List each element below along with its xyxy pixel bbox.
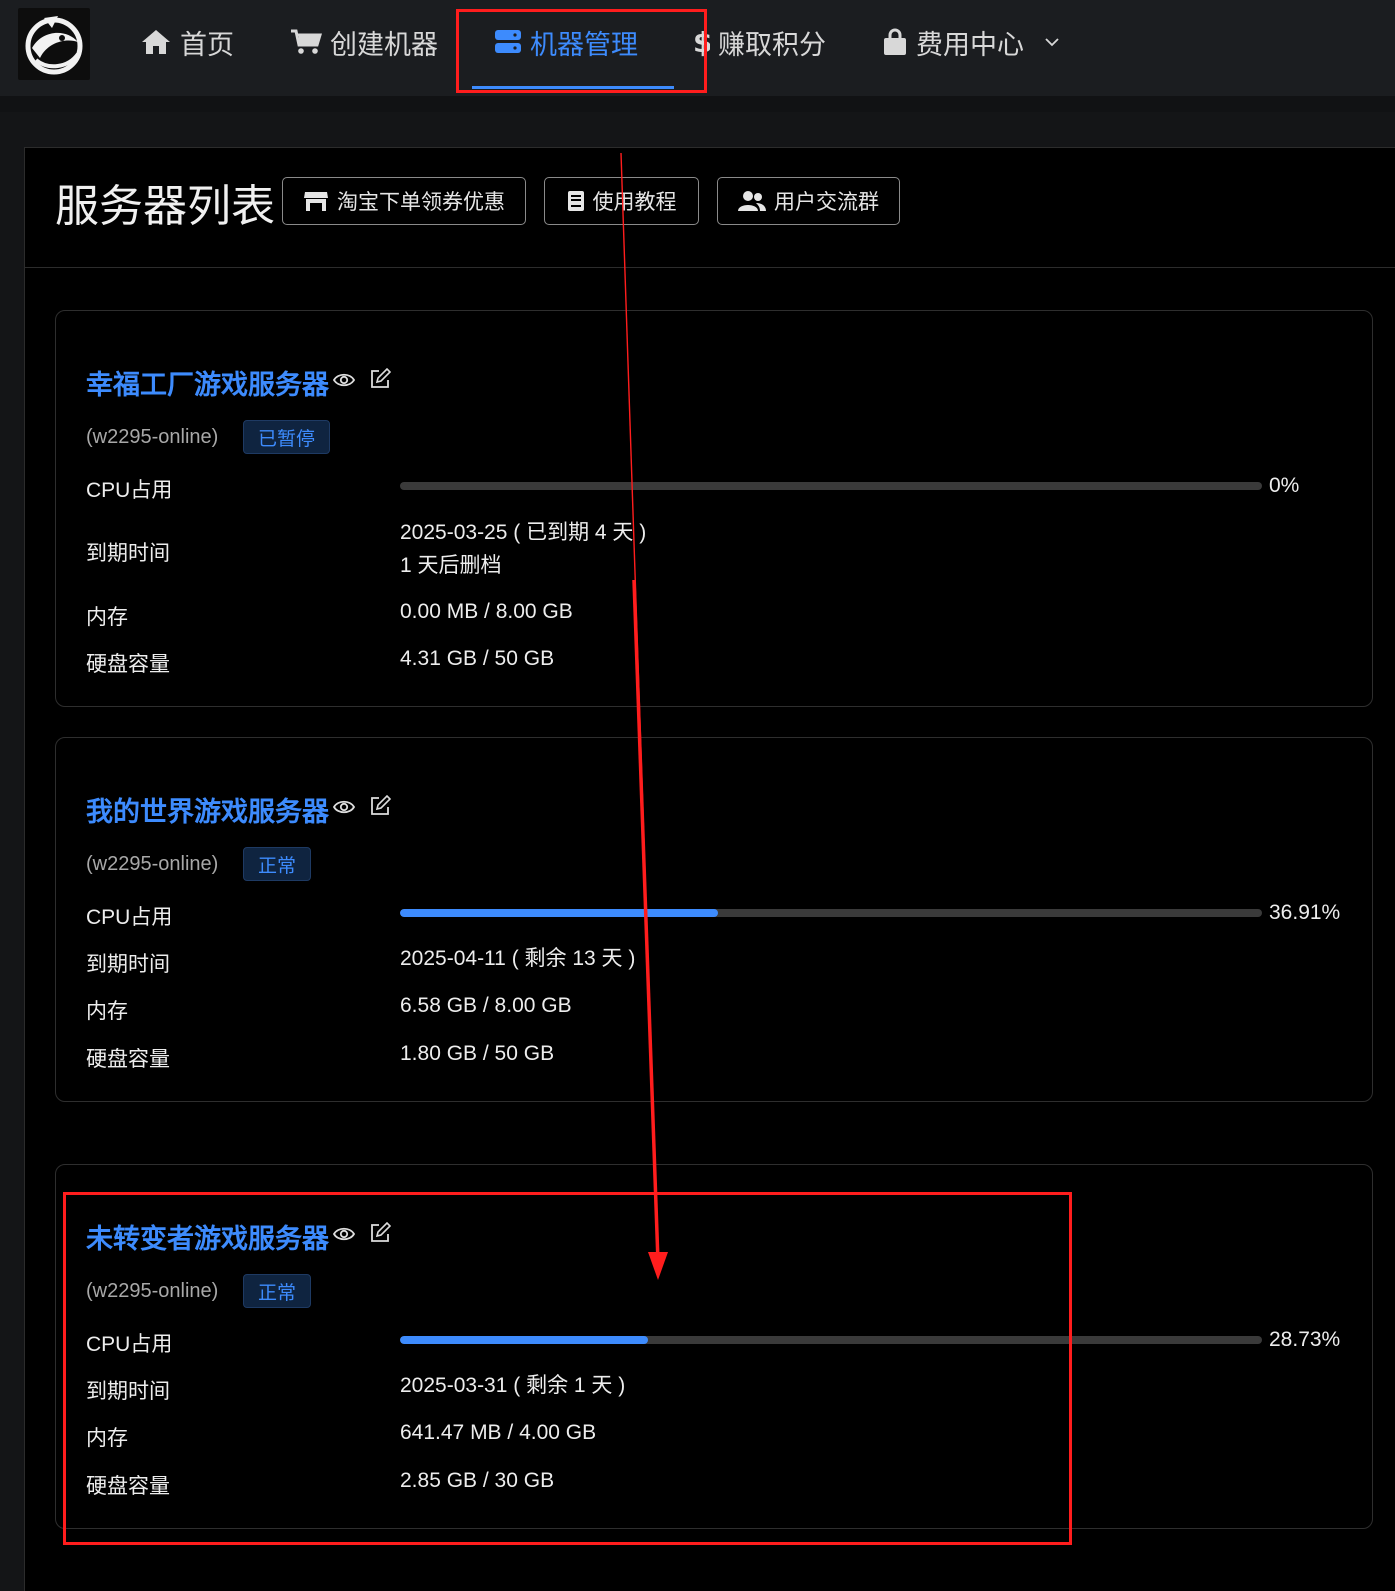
users-icon bbox=[738, 191, 766, 211]
server-host: (w2295-online) bbox=[86, 1280, 219, 1302]
edit-icon[interactable] bbox=[369, 1222, 391, 1244]
nav-label: 首页 bbox=[180, 29, 234, 60]
expire-value: 2025-04-11 ( 剩余 13 天 ) bbox=[400, 947, 636, 970]
server-name-link[interactable]: 幸福工厂游戏服务器 bbox=[86, 363, 329, 402]
nav-sub-bar bbox=[0, 96, 1395, 112]
nav-item-billing-center[interactable]: 费用中心 bbox=[882, 20, 1060, 64]
page: 首页 创建机器 机器管理 $ 赚取积分 费用中心 服务器列表 淘宝下单领券优惠 bbox=[0, 0, 1395, 1591]
server-list-panel: 服务器列表 淘宝下单领券优惠 使用教程 用户交流群 幸福工厂游戏服务器 (w22… bbox=[24, 147, 1395, 1591]
taobao-coupon-button[interactable]: 淘宝下单领券优惠 bbox=[282, 177, 526, 225]
disk-label: 硬盘容量 bbox=[86, 1475, 170, 1498]
cpu-progress-bar bbox=[400, 1336, 1262, 1344]
cpu-progress-fill bbox=[400, 1336, 648, 1344]
nav-item-earn-points[interactable]: $ 赚取积分 bbox=[692, 20, 826, 64]
edit-icon[interactable] bbox=[369, 368, 391, 390]
top-navbar: 首页 创建机器 机器管理 $ 赚取积分 费用中心 bbox=[0, 0, 1395, 96]
status-badge: 正常 bbox=[243, 847, 312, 881]
disk-label: 硬盘容量 bbox=[86, 653, 170, 676]
cpu-progress-bar bbox=[400, 482, 1262, 490]
svg-text:$: $ bbox=[693, 27, 710, 57]
book-icon bbox=[567, 191, 584, 211]
home-icon bbox=[142, 30, 170, 54]
status-badge: 正常 bbox=[243, 1274, 312, 1308]
expire-label: 到期时间 bbox=[86, 542, 170, 565]
nav-label: 创建机器 bbox=[330, 29, 438, 60]
memory-value: 0.00 MB / 8.00 GB bbox=[400, 600, 573, 623]
memory-value: 641.47 MB / 4.00 GB bbox=[400, 1421, 597, 1444]
disk-value: 1.80 GB / 50 GB bbox=[400, 1042, 555, 1065]
cpu-label: CPU占用 bbox=[86, 479, 173, 502]
server-host: (w2295-online) bbox=[86, 853, 219, 875]
nav-label: 赚取积分 bbox=[718, 29, 826, 60]
cpu-percent: 28.73% bbox=[1269, 1328, 1341, 1351]
expire-label: 到期时间 bbox=[86, 1380, 170, 1403]
fish-logo-icon bbox=[25, 16, 83, 75]
panel-header: 服务器列表 淘宝下单领券优惠 使用教程 用户交流群 bbox=[25, 148, 1395, 268]
dollar-icon: $ bbox=[693, 27, 710, 57]
server-icon bbox=[495, 30, 521, 53]
expire-value: 2025-03-31 ( 剩余 1 天 ) bbox=[400, 1374, 626, 1397]
edit-icon[interactable] bbox=[369, 795, 391, 817]
disk-value: 2.85 GB / 30 GB bbox=[400, 1469, 555, 1492]
user-group-button[interactable]: 用户交流群 bbox=[717, 177, 900, 225]
active-tab-indicator bbox=[472, 86, 674, 89]
cpu-progress-bar bbox=[400, 909, 1262, 917]
cpu-progress-fill bbox=[400, 909, 719, 917]
disk-value: 4.31 GB / 50 GB bbox=[400, 647, 555, 670]
nav-label: 费用中心 bbox=[916, 29, 1024, 60]
cpu-percent: 0% bbox=[1269, 474, 1300, 497]
cpu-label: CPU占用 bbox=[86, 906, 173, 929]
button-label: 用户交流群 bbox=[774, 191, 879, 214]
server-name-link[interactable]: 我的世界游戏服务器 bbox=[86, 790, 329, 829]
memory-value: 6.58 GB / 8.00 GB bbox=[400, 994, 572, 1017]
logo[interactable] bbox=[18, 8, 90, 80]
nav-item-machine-management[interactable]: 机器管理 bbox=[494, 20, 638, 64]
button-label: 淘宝下单领券优惠 bbox=[337, 191, 505, 214]
expire-value: 2025-03-25 ( 已到期 4 天 ) bbox=[400, 521, 647, 544]
server-card: 幸福工厂游戏服务器 (w2295-online) 已暂停 CPU占用 0% 到期… bbox=[55, 310, 1373, 707]
cpu-label: CPU占用 bbox=[86, 1333, 173, 1356]
bag-icon bbox=[884, 28, 906, 55]
eye-icon[interactable] bbox=[333, 796, 355, 818]
memory-label: 内存 bbox=[86, 1000, 128, 1023]
eye-icon[interactable] bbox=[333, 1223, 355, 1245]
disk-label: 硬盘容量 bbox=[86, 1048, 170, 1071]
server-card: 未转变者游戏服务器 (w2295-online) 正常 CPU占用 28.73%… bbox=[55, 1164, 1373, 1529]
chevron-down-icon bbox=[1045, 38, 1059, 47]
nav-label: 机器管理 bbox=[530, 29, 638, 60]
nav-item-create-machine[interactable]: 创建机器 bbox=[290, 20, 438, 64]
button-label: 使用教程 bbox=[592, 191, 677, 214]
memory-label: 内存 bbox=[86, 606, 128, 629]
expire-label: 到期时间 bbox=[86, 953, 170, 976]
server-card: 我的世界游戏服务器 (w2295-online) 正常 CPU占用 36.91%… bbox=[55, 737, 1373, 1102]
expire-note: 1 天后删档 bbox=[400, 554, 502, 577]
memory-label: 内存 bbox=[86, 1427, 128, 1450]
eye-icon[interactable] bbox=[333, 369, 355, 391]
status-badge: 已暂停 bbox=[243, 420, 331, 454]
nav-item-home[interactable]: 首页 bbox=[140, 20, 234, 64]
cart-icon bbox=[291, 29, 322, 54]
shop-icon bbox=[304, 192, 328, 211]
tutorial-button[interactable]: 使用教程 bbox=[544, 177, 699, 225]
cpu-percent: 36.91% bbox=[1269, 901, 1341, 924]
server-name-link[interactable]: 未转变者游戏服务器 bbox=[86, 1217, 329, 1256]
page-title: 服务器列表 bbox=[55, 182, 275, 231]
server-host: (w2295-online) bbox=[86, 426, 219, 448]
